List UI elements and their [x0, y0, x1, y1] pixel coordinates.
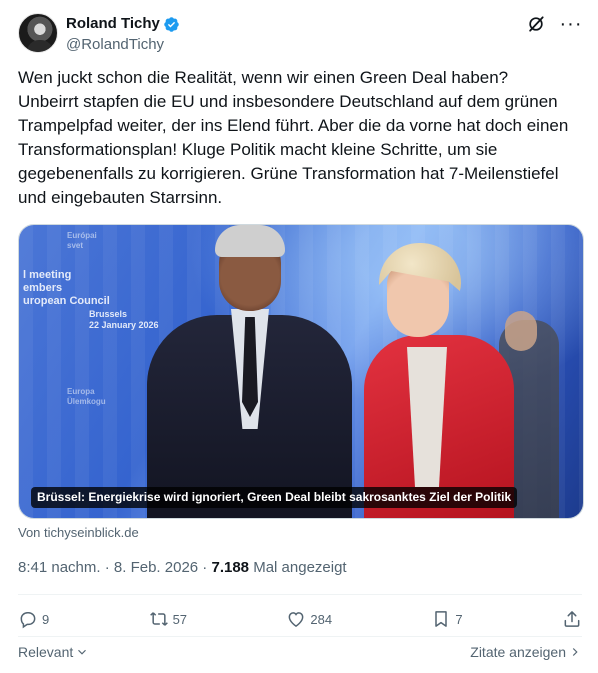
tweet-meta: 8:41 nachm. · 8. Feb. 2026 · 7.188 Mal a… — [18, 558, 347, 578]
more-icon[interactable]: ··· — [560, 14, 582, 34]
divider — [18, 636, 582, 637]
repost-count: 57 — [172, 611, 188, 627]
verified-badge-icon — [164, 16, 179, 32]
replies-toolbar: Relevant Zitate anzeigen — [18, 642, 582, 662]
photo-person — [215, 225, 285, 257]
repost-icon — [149, 612, 168, 626]
link-card-image[interactable]: l meeting embers uropean Council Brussels 2… — [18, 224, 584, 519]
sort-label: Relevant — [18, 644, 74, 660]
bookmark-count: 7 — [455, 611, 463, 627]
reply-icon — [20, 612, 36, 629]
author-block: Roland Tichy @RolandTichy — [66, 14, 180, 55]
chevron-right-icon — [572, 648, 578, 656]
tweet-time[interactable]: 8:41 nachm. — [18, 559, 101, 576]
wall-decoration: Europa Ülemkogu — [67, 387, 106, 406]
author-name[interactable]: Roland Tichy — [66, 14, 180, 34]
tweet-top-actions: ··· — [526, 14, 582, 34]
bookmark-icon — [435, 611, 448, 627]
tweet-header: Roland Tichy @RolandTichy ··· — [18, 12, 582, 56]
author-handle[interactable]: @RolandTichy — [66, 35, 180, 55]
meta-separator: · — [198, 559, 212, 576]
views-label: Mal angezeigt — [253, 559, 347, 576]
chevron-down-icon — [78, 649, 87, 655]
share-button[interactable] — [562, 609, 582, 629]
like-button[interactable]: 284 — [286, 609, 332, 629]
link-source[interactable]: Von tichyseinblick.de — [18, 525, 139, 540]
share-icon — [564, 611, 580, 627]
wall-decoration: Európai svet — [67, 231, 97, 250]
like-count: 284 — [310, 611, 333, 627]
reply-button[interactable]: 9 — [18, 609, 49, 629]
tweet-actions: 9 57 284 7 — [18, 606, 582, 632]
reply-count: 9 — [42, 611, 50, 627]
author-display-name[interactable]: Roland Tichy — [66, 14, 160, 34]
link-card-caption[interactable]: Brüssel: Energiekrise wird ignoriert, Gr… — [31, 487, 518, 508]
divider — [18, 594, 582, 595]
quotes-label: Zitate anzeigen — [470, 644, 566, 660]
avatar[interactable] — [18, 13, 58, 53]
photo-person — [505, 311, 537, 351]
repost-button[interactable]: 57 — [149, 609, 187, 629]
sort-dropdown[interactable]: Relevant — [18, 644, 89, 660]
meta-separator: · — [100, 559, 114, 576]
tweet-text: Wen juckt schon die Realität, wenn wir e… — [18, 68, 569, 207]
wall-decoration: Brussels 22 January 2026 — [89, 309, 159, 330]
bookmark-button[interactable]: 7 — [431, 609, 463, 629]
views-count: 7.188 — [211, 559, 250, 576]
heart-icon — [288, 612, 304, 627]
view-quotes-link[interactable]: Zitate anzeigen — [470, 644, 582, 660]
wall-decoration: l meeting embers uropean Council — [23, 269, 110, 307]
tweet-date[interactable]: 8. Feb. 2026 — [114, 559, 198, 576]
grok-icon[interactable] — [526, 14, 546, 34]
